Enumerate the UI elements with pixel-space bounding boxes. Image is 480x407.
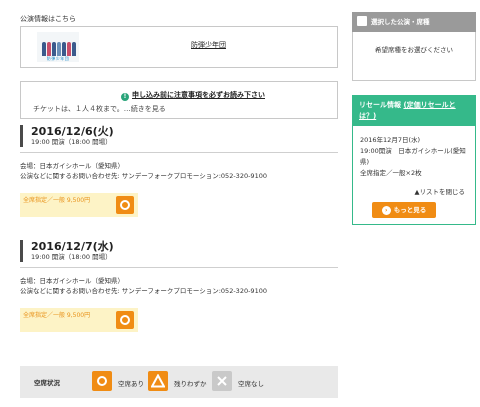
event-contact: 公演などに関するお問い合わせ先: サンデーフォークプロモーション:052-320… [20,172,267,180]
ticket-label: 全席指定／一般 9,500円 [23,197,91,204]
event-contact: 公演などに関するお問い合わせ先: サンデーフォークプロモーション:052-320… [20,287,267,295]
circle-icon [92,371,112,391]
event-date: 2016/12/6(火) [31,125,114,138]
legend-none-label: 空席なし [238,380,264,388]
divider [20,152,338,153]
event-time: 19:00 開演（18:00 開場） [31,253,112,261]
event-venue: 会場：日本ガイシホール（愛知県） [20,277,124,285]
event-block: 2016/12/7(水) 19:00 開演（18:00 開場） 会場：日本ガイシ… [20,240,338,332]
checkbox-icon [357,16,367,26]
selected-performance-title: 選択した公演・席種 [371,18,430,26]
event-date-header: 2016/12/6(火) 19:00 開演（18:00 開場） [20,125,338,147]
close-list-link[interactable]: ▲リストを閉じる [415,186,466,196]
seat-available-button[interactable] [116,311,134,329]
selected-performance-header: 選択した公演・席種 [352,12,476,32]
ticket-option[interactable]: 全席指定／一般 9,500円 [20,308,138,332]
legend-few-label: 残りわずか [174,380,207,388]
thumbnail-caption: 防弾少年団 [46,56,70,61]
seat-available-button[interactable] [116,196,134,214]
notice-heading[interactable]: ! 申し込み前に注意事項を必ずお読み下さい [121,90,265,101]
legend-available-label: 空席あり [118,380,144,388]
artist-link[interactable]: 防弾少年団 [191,40,226,50]
selected-performance-body: 希望席種をお選びください [352,32,476,81]
divider [20,267,338,268]
resale-ticket: 全席指定／一般×2枚 [360,169,422,177]
performance-info-label: 公演情報はこちら [20,15,76,23]
event-date: 2016/12/7(水) [31,240,114,253]
main-content: 公演情報はこちら 防弾少年団 防弾少年団 ! 申し込み前に注意事項を必ずお読み下さ… [20,14,338,332]
resale-title: リセール情報 [359,101,401,109]
resale-header: リセール情報 (定価リセールとは？) [353,96,475,126]
resale-venue: 19:00開演 日本ガイシホール(愛知県) [360,147,466,166]
event-venue-info: 会場：日本ガイシホール（愛知県） 公演などに関するお問い合わせ先: サンデーフォ… [20,276,338,296]
sidebar: 選択した公演・席種 希望席種をお選びください リセール情報 (定価リセールとは？… [352,12,476,225]
event-date-header: 2016/12/7(水) 19:00 開演（18:00 開場） [20,240,338,262]
arrow-right-icon: › [381,206,391,215]
event-venue-info: 会場：日本ガイシホール（愛知県） 公演などに関するお問い合わせ先: サンデーフォ… [20,161,338,181]
legend-title: 空席状況 [34,379,60,387]
notice-box: ! 申し込み前に注意事項を必ずお読み下さい チケットは、１人４枚まで。…続きを見る [20,81,338,119]
notice-body[interactable]: チケットは、１人４枚まで。…続きを見る [33,104,166,114]
ticket-option[interactable]: 全席指定／一般 9,500円 [20,193,138,217]
ticket-label: 全席指定／一般 9,500円 [23,312,91,319]
triangle-icon [148,371,168,391]
more-button-label: もっと見る [393,206,427,214]
event-time: 19:00 開演（18:00 開場） [31,138,112,146]
performance-info-box: 防弾少年団 防弾少年団 [20,26,338,68]
notice-heading-link[interactable]: 申し込み前に注意事項を必ずお読み下さい [132,91,265,99]
resale-date: 2016年12月7日(水) [360,136,421,144]
resale-panel: リセール情報 (定価リセールとは？) 2016年12月7日(水) 19:00開演… [352,95,476,225]
circle-icon [120,200,130,210]
seat-status-legend: 空席状況 空席あり 残りわずか 空席なし [20,366,338,398]
resale-body: 2016年12月7日(水) 19:00開演 日本ガイシホール(愛知県) 全席指定… [353,126,475,224]
info-icon: ! [121,93,129,101]
cross-icon [212,371,232,391]
artist-thumbnail[interactable]: 防弾少年団 [37,32,79,62]
circle-icon [120,315,130,325]
event-block: 2016/12/6(火) 19:00 開演（18:00 開場） 会場：日本ガイシ… [20,125,338,217]
event-venue: 会場：日本ガイシホール（愛知県） [20,162,124,170]
more-button[interactable]: › もっと見る [372,202,436,218]
